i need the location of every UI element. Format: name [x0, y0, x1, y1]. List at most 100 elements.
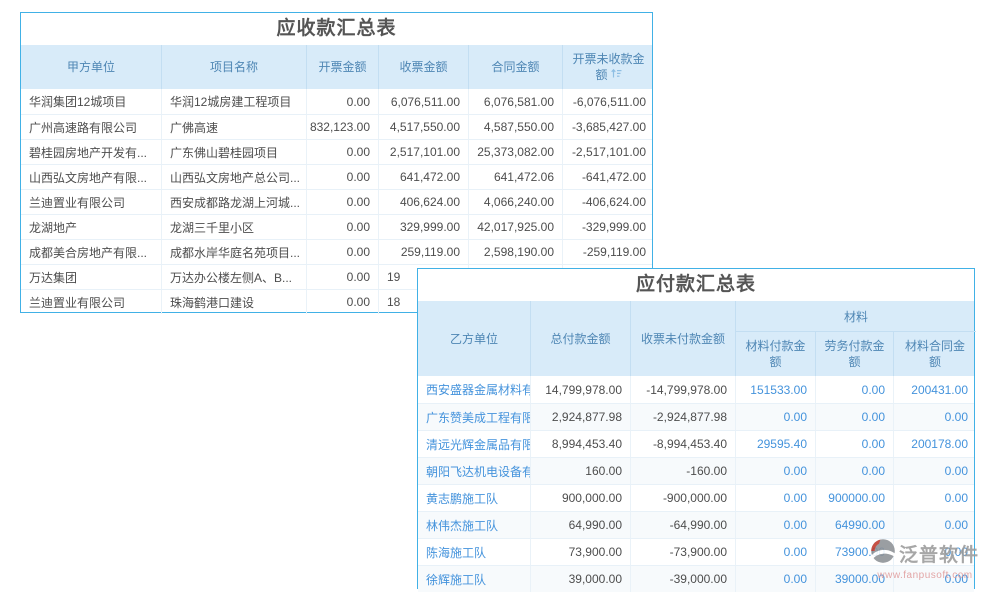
table-cell: 406,624.00: [379, 190, 469, 214]
table-row: 陈海施工队73,900.00-73,900.000.0073900.000.00: [418, 538, 974, 565]
table-cell: -406,624.00: [563, 190, 654, 214]
table-row: 碧桂园房地产开发有...广东佛山碧桂园项目0.002,517,101.0025,…: [21, 139, 652, 164]
table-cell: 25,373,082.00: [469, 140, 563, 164]
table-cell: 0.00: [307, 240, 379, 264]
column-header: 开票金额: [307, 45, 379, 89]
table-row: 广州高速路有限公司广佛高速832,123.004,517,550.004,587…: [21, 114, 652, 139]
table-cell[interactable]: 0.00: [736, 512, 816, 538]
table-cell: 4,517,550.00: [379, 115, 469, 139]
table-cell[interactable]: 陈海施工队: [418, 539, 531, 565]
table-cell: 广州高速路有限公司: [21, 115, 162, 139]
table-cell: 广东佛山碧桂园项目: [162, 140, 307, 164]
table-cell: -2,924,877.98: [631, 404, 736, 430]
table-cell[interactable]: 73900.00: [816, 539, 894, 565]
table-cell[interactable]: 0.00: [894, 512, 976, 538]
table-cell: 兰迪置业有限公司: [21, 190, 162, 214]
table-cell: -329,999.00: [563, 215, 654, 239]
table-cell[interactable]: 900000.00: [816, 485, 894, 511]
table-cell[interactable]: 200431.00: [894, 376, 976, 403]
table-cell[interactable]: 0.00: [736, 485, 816, 511]
column-header-label: 收票金额: [399, 59, 447, 75]
table-cell[interactable]: 0.00: [894, 539, 976, 565]
table-cell: 成都美合房地产有限...: [21, 240, 162, 264]
table-cell[interactable]: 0.00: [736, 566, 816, 592]
column-header: 材料付款金额: [736, 332, 816, 376]
table-row: 徐辉施工队39,000.00-39,000.000.0039000.000.00: [418, 565, 974, 592]
table-cell: 0.00: [307, 165, 379, 189]
table-cell: 64,990.00: [531, 512, 631, 538]
column-header-label: 总付款金额: [550, 331, 610, 347]
table-cell: 兰迪置业有限公司: [21, 290, 162, 314]
column-header-label: 项目名称: [210, 59, 258, 75]
column-header-label: 材料合同金额: [902, 338, 968, 370]
table-cell: 山西弘文房地产有限...: [21, 165, 162, 189]
table-cell[interactable]: 林伟杰施工队: [418, 512, 531, 538]
column-header: 收票金额: [379, 45, 469, 89]
table-cell: -259,119.00: [563, 240, 654, 264]
table-cell[interactable]: 清远光辉金属品有限: [418, 431, 531, 457]
table-cell[interactable]: 黄志鹏施工队: [418, 485, 531, 511]
table-cell[interactable]: 0.00: [816, 404, 894, 430]
table-cell: -14,799,978.00: [631, 376, 736, 403]
table-cell: 0.00: [307, 290, 379, 314]
column-header-label: 劳务付款金额: [824, 338, 885, 370]
table-cell[interactable]: 0.00: [736, 458, 816, 484]
sort-icon: [611, 68, 622, 79]
table-cell[interactable]: 朝阳飞达机电设备有: [418, 458, 531, 484]
table-cell: 0.00: [307, 140, 379, 164]
table-cell[interactable]: 39000.00: [816, 566, 894, 592]
table-cell: 39,000.00: [531, 566, 631, 592]
table-cell[interactable]: 西安盛器金属材料有: [418, 376, 531, 403]
column-header-label: 收票未付款金额: [641, 331, 725, 347]
column-header-label: 材料付款金额: [744, 338, 807, 370]
column-header: 合同金额: [469, 45, 563, 89]
table-cell: 4,587,550.00: [469, 115, 563, 139]
table-cell: 832,123.00: [307, 115, 379, 139]
table-cell: -2,517,101.00: [563, 140, 654, 164]
table-cell[interactable]: 200178.00: [894, 431, 976, 457]
table-cell: -3,685,427.00: [563, 115, 654, 139]
payables-table-title: 应付款汇总表: [418, 269, 974, 301]
column-header: 总付款金额: [531, 301, 631, 376]
table-cell[interactable]: 0.00: [816, 458, 894, 484]
column-header: 乙方单位: [418, 301, 531, 376]
table-cell[interactable]: 0.00: [894, 458, 976, 484]
table-cell: 6,076,581.00: [469, 89, 563, 114]
table-cell: -641,472.00: [563, 165, 654, 189]
table-cell: 329,999.00: [379, 215, 469, 239]
table-cell[interactable]: 0.00: [736, 404, 816, 430]
table-cell: -900,000.00: [631, 485, 736, 511]
table-cell[interactable]: 广东赞美成工程有限: [418, 404, 531, 430]
table-cell[interactable]: 0.00: [894, 404, 976, 430]
table-row: 朝阳飞达机电设备有160.00-160.000.000.000.00: [418, 457, 974, 484]
table-cell: 广佛高速: [162, 115, 307, 139]
table-cell: 龙湖三千里小区: [162, 215, 307, 239]
receivables-table-header: 甲方单位 项目名称 开票金额 收票金额 合同金额 开票未收款金额: [21, 45, 652, 89]
table-cell: -64,990.00: [631, 512, 736, 538]
table-cell: 641,472.00: [379, 165, 469, 189]
column-header: 甲方单位: [21, 45, 162, 89]
payables-summary-table: 应付款汇总表 乙方单位总付款金额收票未付款金额材料材料付款金额劳务付款金额材料合…: [417, 268, 975, 589]
table-cell: 4,066,240.00: [469, 190, 563, 214]
table-cell[interactable]: 0.00: [816, 376, 894, 403]
table-cell[interactable]: 0.00: [736, 539, 816, 565]
table-row: 清远光辉金属品有限8,994,453.40-8,994,453.4029595.…: [418, 430, 974, 457]
table-cell[interactable]: 0.00: [894, 485, 976, 511]
table-cell[interactable]: 64990.00: [816, 512, 894, 538]
column-header: 项目名称: [162, 45, 307, 89]
table-cell[interactable]: 151533.00: [736, 376, 816, 403]
table-row: 广东赞美成工程有限2,924,877.98-2,924,877.980.000.…: [418, 403, 974, 430]
table-cell: 0.00: [307, 89, 379, 114]
table-cell[interactable]: 0.00: [816, 431, 894, 457]
column-header-label: 开票未收款金额: [567, 51, 650, 83]
table-row: 兰迪置业有限公司西安成都路龙湖上河城...0.00406,624.004,066…: [21, 189, 652, 214]
table-cell: 641,472.06: [469, 165, 563, 189]
table-cell: 8,994,453.40: [531, 431, 631, 457]
column-header-label: 合同金额: [491, 59, 539, 75]
table-cell[interactable]: 0.00: [894, 566, 976, 592]
table-cell[interactable]: 徐辉施工队: [418, 566, 531, 592]
table-cell: 华润12城房建工程项目: [162, 89, 307, 114]
table-cell[interactable]: 29595.40: [736, 431, 816, 457]
column-header[interactable]: 开票未收款金额: [563, 45, 654, 89]
table-cell: 900,000.00: [531, 485, 631, 511]
